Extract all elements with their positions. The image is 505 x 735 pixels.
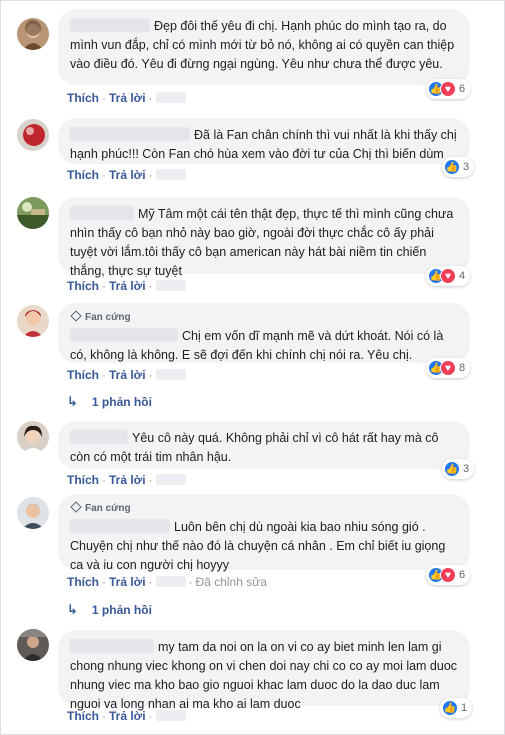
- love-icon: ♥: [440, 268, 456, 284]
- fan-badge: Fan cứng: [70, 310, 458, 325]
- author-name[interactable]: [70, 639, 154, 653]
- avatar[interactable]: [17, 305, 49, 337]
- love-icon: ♥: [440, 567, 456, 583]
- avatar[interactable]: [17, 119, 49, 151]
- like-icon: 👍: [444, 159, 460, 175]
- comment-bubble: Đã là Fan chân chính thì vui nhất là khi…: [58, 118, 470, 164]
- like-link[interactable]: Thích: [67, 368, 99, 382]
- view-replies-link[interactable]: ↳ 1 phản hồi: [67, 394, 152, 410]
- timestamp[interactable]: [155, 369, 186, 380]
- reaction-summary[interactable]: 👍 ♥ 6: [426, 565, 471, 585]
- timestamp[interactable]: [155, 576, 186, 587]
- reply-link[interactable]: Trả lời: [109, 279, 146, 293]
- avatar[interactable]: [17, 197, 49, 229]
- diamond-icon: [70, 310, 82, 322]
- fan-badge: Fan cứng: [70, 501, 458, 516]
- comment-actions: Thích · Trả lời ·: [67, 90, 186, 106]
- love-icon: ♥: [440, 360, 456, 376]
- author-name[interactable]: [70, 206, 134, 220]
- reply-link[interactable]: Trả lời: [109, 168, 146, 182]
- reply-link[interactable]: Trả lời: [109, 368, 146, 382]
- reaction-summary[interactable]: 👍 1: [440, 698, 473, 718]
- like-icon: 👍: [442, 700, 458, 716]
- author-name[interactable]: [70, 328, 178, 342]
- comments-panel: Đẹp đôi thế yêu đi chị. Hạnh phúc do mìn…: [0, 0, 505, 735]
- like-link[interactable]: Thích: [67, 279, 99, 293]
- reply-arrow-icon: ↳: [67, 602, 78, 617]
- reaction-summary[interactable]: 👍 3: [442, 157, 475, 177]
- like-link[interactable]: Thích: [67, 575, 99, 589]
- author-name[interactable]: [70, 430, 128, 444]
- like-link[interactable]: Thích: [67, 473, 99, 487]
- comment-actions: Thích · Trả lời ·: [67, 367, 186, 383]
- reaction-summary[interactable]: 👍 ♥ 8: [426, 358, 471, 378]
- like-icon: 👍: [444, 461, 460, 477]
- love-icon: ♥: [440, 81, 456, 97]
- comment-bubble: my tam da noi on la on vi co ay biet min…: [58, 630, 470, 711]
- comment-bubble: Đẹp đôi thế yêu đi chị. Hạnh phúc do mìn…: [58, 9, 470, 85]
- reaction-count: 4: [459, 270, 466, 282]
- comment-actions: Thích · Trả lời ·: [67, 167, 186, 183]
- edited-label[interactable]: Đã chỉnh sửa: [196, 575, 267, 589]
- timestamp[interactable]: [155, 474, 186, 485]
- comment-bubble: Fan cứng Luôn bên chị dù ngoài kia bao n…: [58, 494, 470, 572]
- author-name[interactable]: [70, 18, 150, 32]
- author-name[interactable]: [70, 519, 170, 533]
- reaction-count: 6: [459, 83, 466, 95]
- avatar[interactable]: [17, 497, 49, 529]
- reaction-count: 3: [463, 463, 470, 475]
- author-name[interactable]: [70, 127, 190, 141]
- like-link[interactable]: Thích: [67, 709, 99, 723]
- reply-link[interactable]: Trả lời: [109, 709, 146, 723]
- timestamp[interactable]: [155, 280, 186, 291]
- comment-actions: Thích · Trả lời ·: [67, 708, 186, 724]
- reaction-count: 6: [459, 569, 466, 581]
- reply-link[interactable]: Trả lời: [109, 91, 146, 105]
- timestamp[interactable]: [155, 710, 186, 721]
- reply-link[interactable]: Trả lời: [109, 473, 146, 487]
- avatar[interactable]: [17, 629, 49, 661]
- timestamp[interactable]: [155, 92, 186, 103]
- diamond-icon: [70, 501, 82, 513]
- view-replies-link[interactable]: ↳ 1 phản hồi: [67, 602, 152, 618]
- reaction-summary[interactable]: 👍 ♥ 6: [426, 79, 471, 99]
- timestamp[interactable]: [155, 169, 186, 180]
- comment-bubble: Fan cứng Chị em vốn dĩ mạnh mẽ và dứt kh…: [58, 303, 470, 363]
- avatar[interactable]: [17, 421, 49, 453]
- comment-actions: Thích · Trả lời ·: [67, 278, 186, 294]
- reaction-summary[interactable]: 👍 ♥ 4: [426, 266, 471, 286]
- reply-arrow-icon: ↳: [67, 394, 78, 409]
- comment-actions: Thích · Trả lời ·: [67, 472, 186, 488]
- like-link[interactable]: Thích: [67, 168, 99, 182]
- comment-bubble: Mỹ Tâm một cái tên thật đẹp, thực tế thì…: [58, 197, 470, 278]
- reaction-count: 8: [459, 362, 466, 374]
- like-link[interactable]: Thích: [67, 91, 99, 105]
- reaction-count: 1: [461, 702, 468, 714]
- reply-link[interactable]: Trả lời: [109, 575, 146, 589]
- reaction-summary[interactable]: 👍 3: [442, 459, 475, 479]
- comment-bubble: Yêu cô này quá. Không phải chỉ vì cô hát…: [58, 421, 470, 469]
- reaction-count: 3: [463, 161, 470, 173]
- avatar[interactable]: [17, 18, 49, 50]
- comment-actions: Thích · Trả lời · · Đã chỉnh sửa: [67, 575, 267, 589]
